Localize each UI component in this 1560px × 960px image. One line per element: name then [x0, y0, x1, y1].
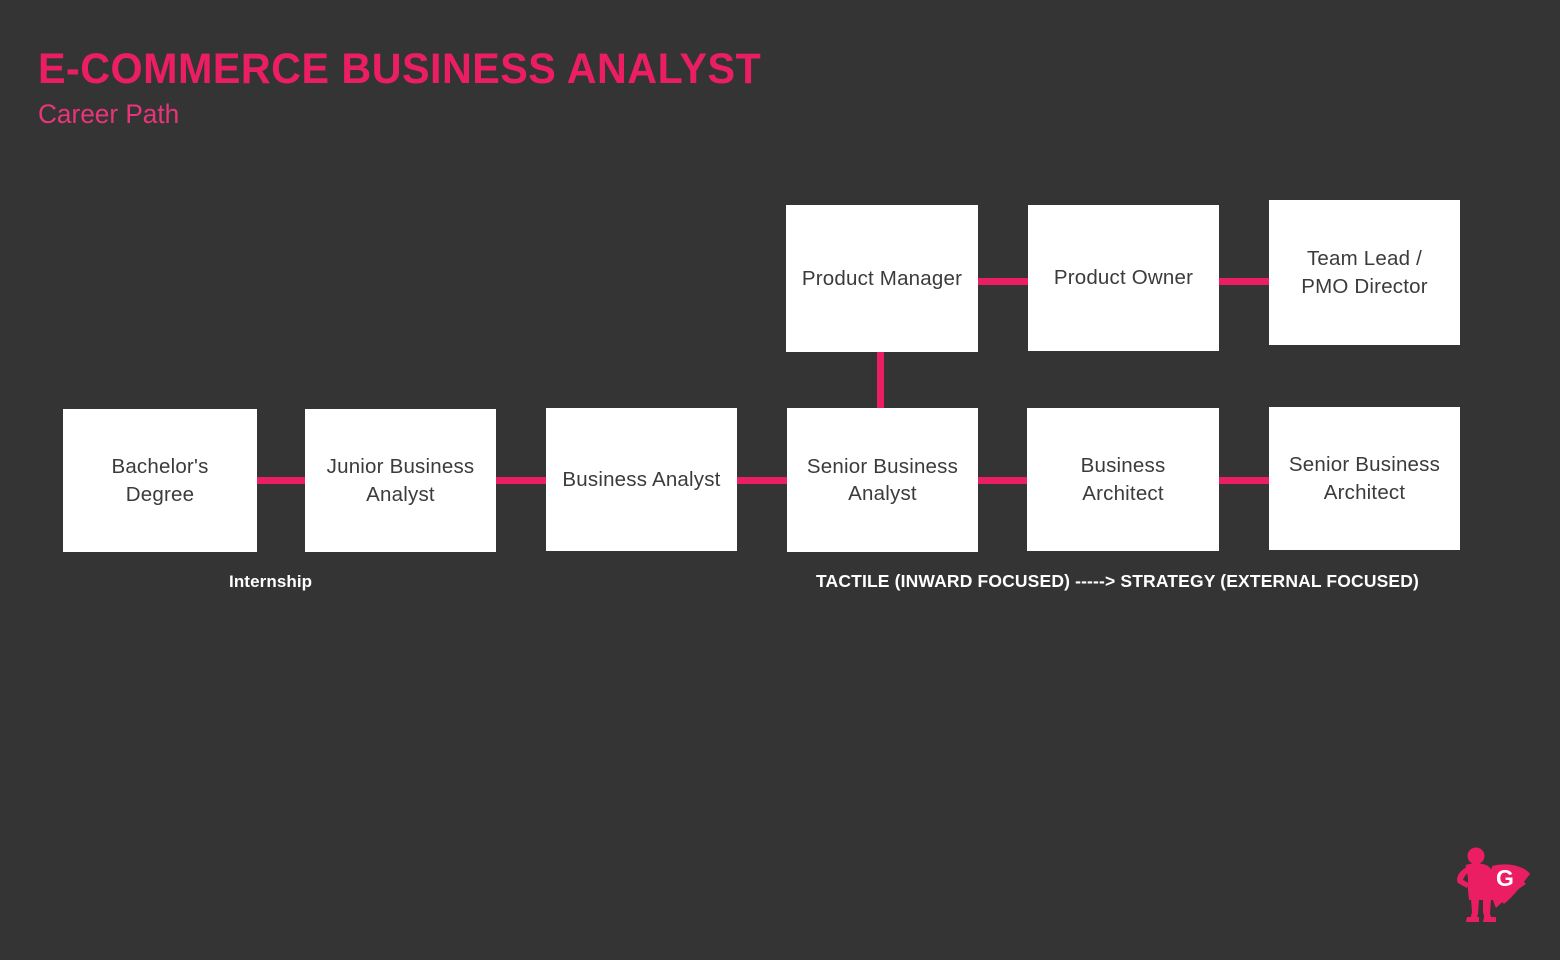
node-label: Business Architect	[1080, 454, 1166, 505]
node-label: Product Manager	[801, 266, 963, 290]
connector-bachelors-to-junior	[256, 477, 306, 484]
node-label: Senior Business Analyst	[806, 454, 959, 505]
node-business-analyst[interactable]: Business Analyst	[546, 408, 737, 551]
node-bachelors-degree[interactable]: Bachelor's Degree	[63, 409, 257, 552]
superhero-g-logo: G	[1448, 844, 1534, 926]
svg-text:G: G	[1496, 865, 1514, 891]
node-junior-business-analyst[interactable]: Junior Business Analyst	[305, 409, 496, 552]
header: E-COMMERCE BUSINESS ANALYST Career Path	[38, 48, 791, 128]
connector-architect-to-senior-arch	[1218, 477, 1270, 484]
page-subtitle: Career Path	[38, 99, 180, 129]
page-title: E-COMMERCE BUSINESS ANALYST	[38, 45, 762, 93]
node-label: Bachelor's Degree	[111, 455, 209, 506]
connector-pm-to-senior-analyst	[877, 351, 884, 409]
connector-junior-to-analyst	[495, 477, 547, 484]
connector-analyst-to-senior	[736, 477, 788, 484]
node-product-owner[interactable]: Product Owner	[1028, 205, 1219, 351]
node-product-manager[interactable]: Product Manager	[786, 205, 978, 352]
node-label: Team Lead / PMO Director	[1301, 247, 1428, 298]
node-label: Junior Business Analyst	[326, 455, 475, 506]
node-senior-business-analyst[interactable]: Senior Business Analyst	[787, 408, 978, 552]
node-label: Senior Business Architect	[1288, 453, 1441, 504]
connector-pm-to-po	[977, 278, 1029, 285]
connector-senior-to-architect	[977, 477, 1028, 484]
node-label: Product Owner	[1053, 266, 1194, 290]
internship-caption: Internship	[229, 572, 313, 591]
node-senior-business-architect[interactable]: Senior Business Architect	[1269, 407, 1460, 550]
node-label: Business Analyst	[562, 467, 721, 491]
spectrum-caption: TACTILE (INWARD FOCUSED) -----> STRATEGY…	[816, 571, 1420, 591]
connector-po-to-team-lead	[1218, 278, 1270, 285]
node-business-architect[interactable]: Business Architect	[1027, 408, 1219, 551]
diagram-canvas: E-COMMERCE BUSINESS ANALYST Career Path …	[0, 0, 1560, 960]
node-team-lead-pmo-director[interactable]: Team Lead / PMO Director	[1269, 200, 1460, 345]
